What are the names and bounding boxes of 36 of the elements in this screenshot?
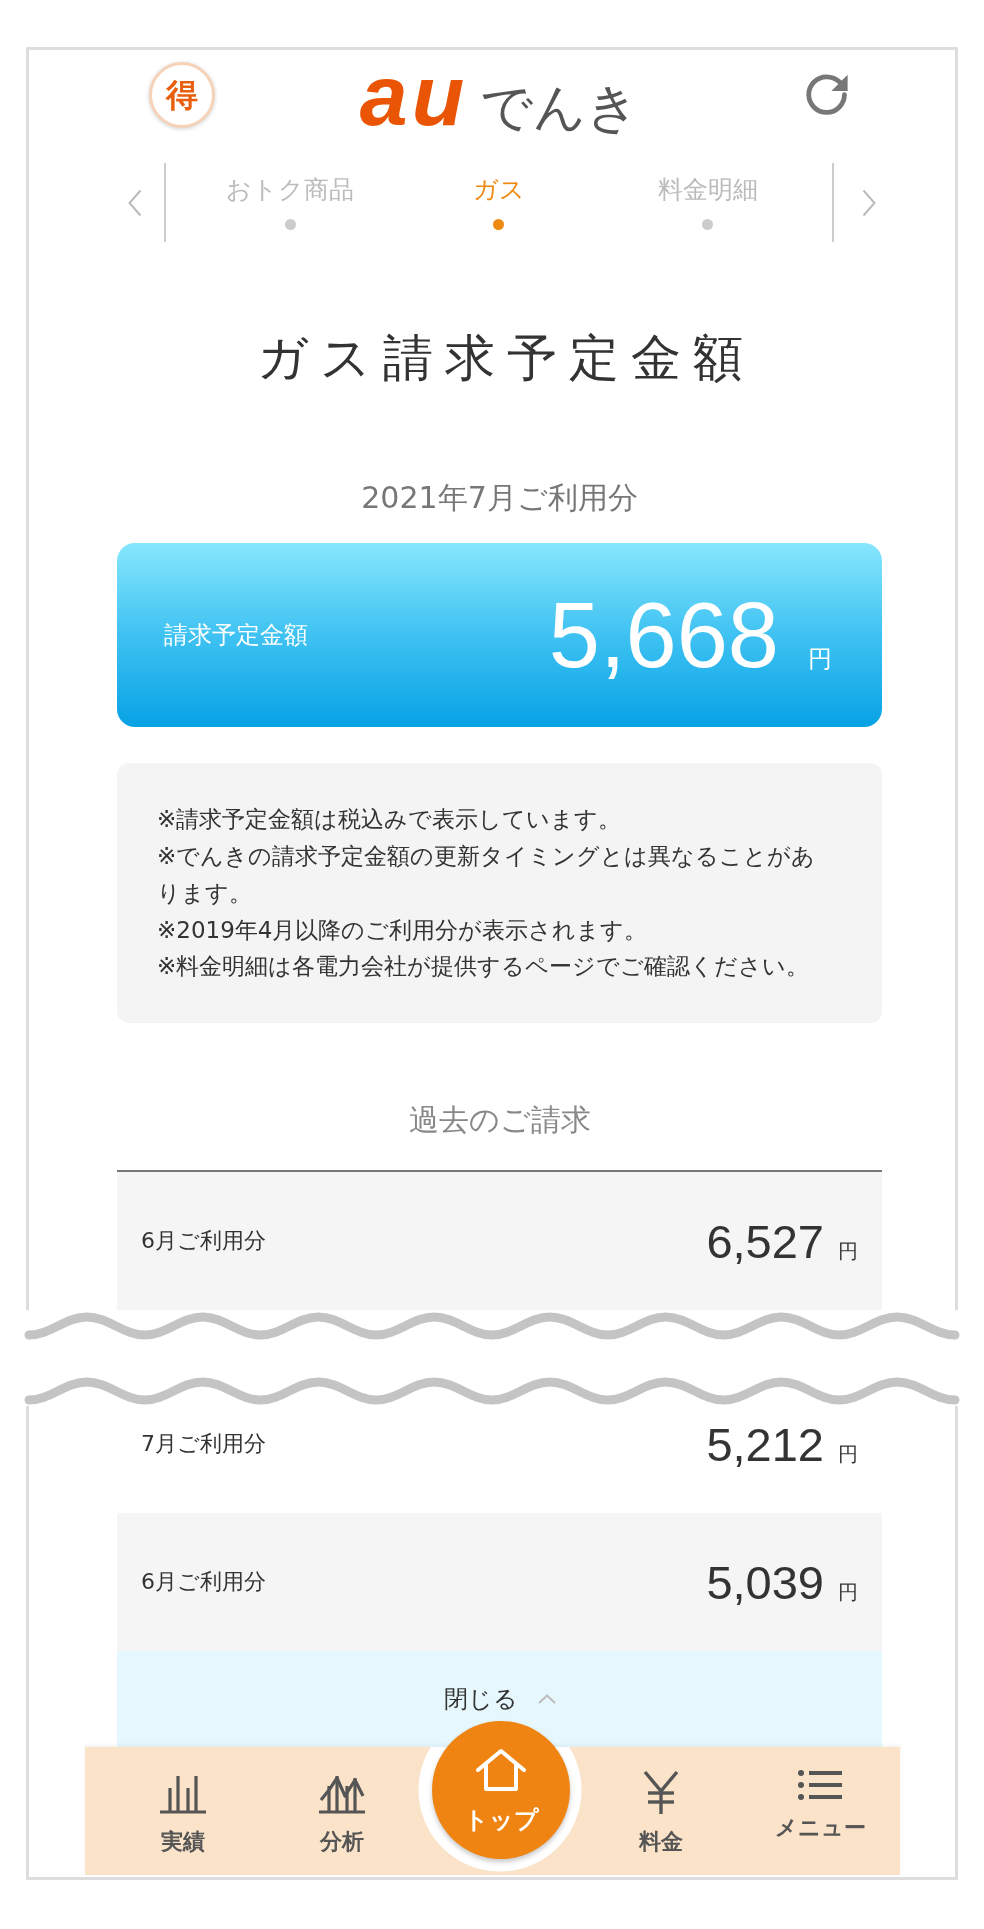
home-icon xyxy=(475,1748,528,1792)
logo-text: でんき xyxy=(480,80,640,133)
month-label: 6月ご利用分 xyxy=(141,1568,267,1596)
currency-unit: 円 xyxy=(838,1443,858,1464)
currency-unit: 円 xyxy=(838,1240,858,1261)
indicator-dot-icon xyxy=(284,219,296,231)
billing-amount: 5,039 xyxy=(706,1558,824,1606)
section-title: 過去のご請求 xyxy=(407,1101,592,1139)
indicator-dot-icon xyxy=(702,219,714,231)
page-title: ガス請求予定金額 xyxy=(255,328,756,389)
nav-button[interactable]: 分析 xyxy=(262,1747,422,1875)
note-text: ※請求予定金額は税込みで表示しています。 xyxy=(157,805,623,835)
chevron-up-icon xyxy=(537,1694,556,1704)
nav-button[interactable]: メニュー xyxy=(740,1747,900,1875)
close-button[interactable]: 閉じる xyxy=(117,1651,882,1747)
note-text: ※料金明細は各電力会社が提供するページでご確認ください。 xyxy=(157,952,811,982)
logo-mark: au xyxy=(359,51,469,138)
refresh-icon[interactable] xyxy=(806,73,848,116)
currency-unit: 円 xyxy=(838,1581,858,1602)
month-label: 6月ご利用分 xyxy=(141,1227,267,1255)
nav-button[interactable]: 料金 xyxy=(581,1747,741,1875)
billing-amount: 5,212 xyxy=(706,1420,824,1468)
nav-button[interactable]: 実績 xyxy=(103,1747,263,1875)
note-text: ※でんきの請求予定金額の更新タイミングとは異なることがあります。 xyxy=(157,842,817,908)
chevron-right-icon[interactable] xyxy=(862,188,876,217)
amount-label: 請求予定金額 xyxy=(164,620,309,651)
deal-badge-button[interactable]: 得 xyxy=(149,61,215,128)
list-icon xyxy=(798,1770,843,1800)
amount-value: 5,668 xyxy=(548,589,779,682)
note-text: ※2019年4月以降のご利用分が表示されます。 xyxy=(157,915,649,945)
billing-amount: 6,527 xyxy=(706,1217,824,1265)
indicator-dot-icon xyxy=(493,219,505,231)
month-label: 7月ご利用分 xyxy=(141,1430,267,1458)
currency-unit: 円 xyxy=(808,647,832,672)
billing-period: 2021年7月ご利用分 xyxy=(360,479,639,518)
chevron-left-icon[interactable] xyxy=(128,188,142,217)
